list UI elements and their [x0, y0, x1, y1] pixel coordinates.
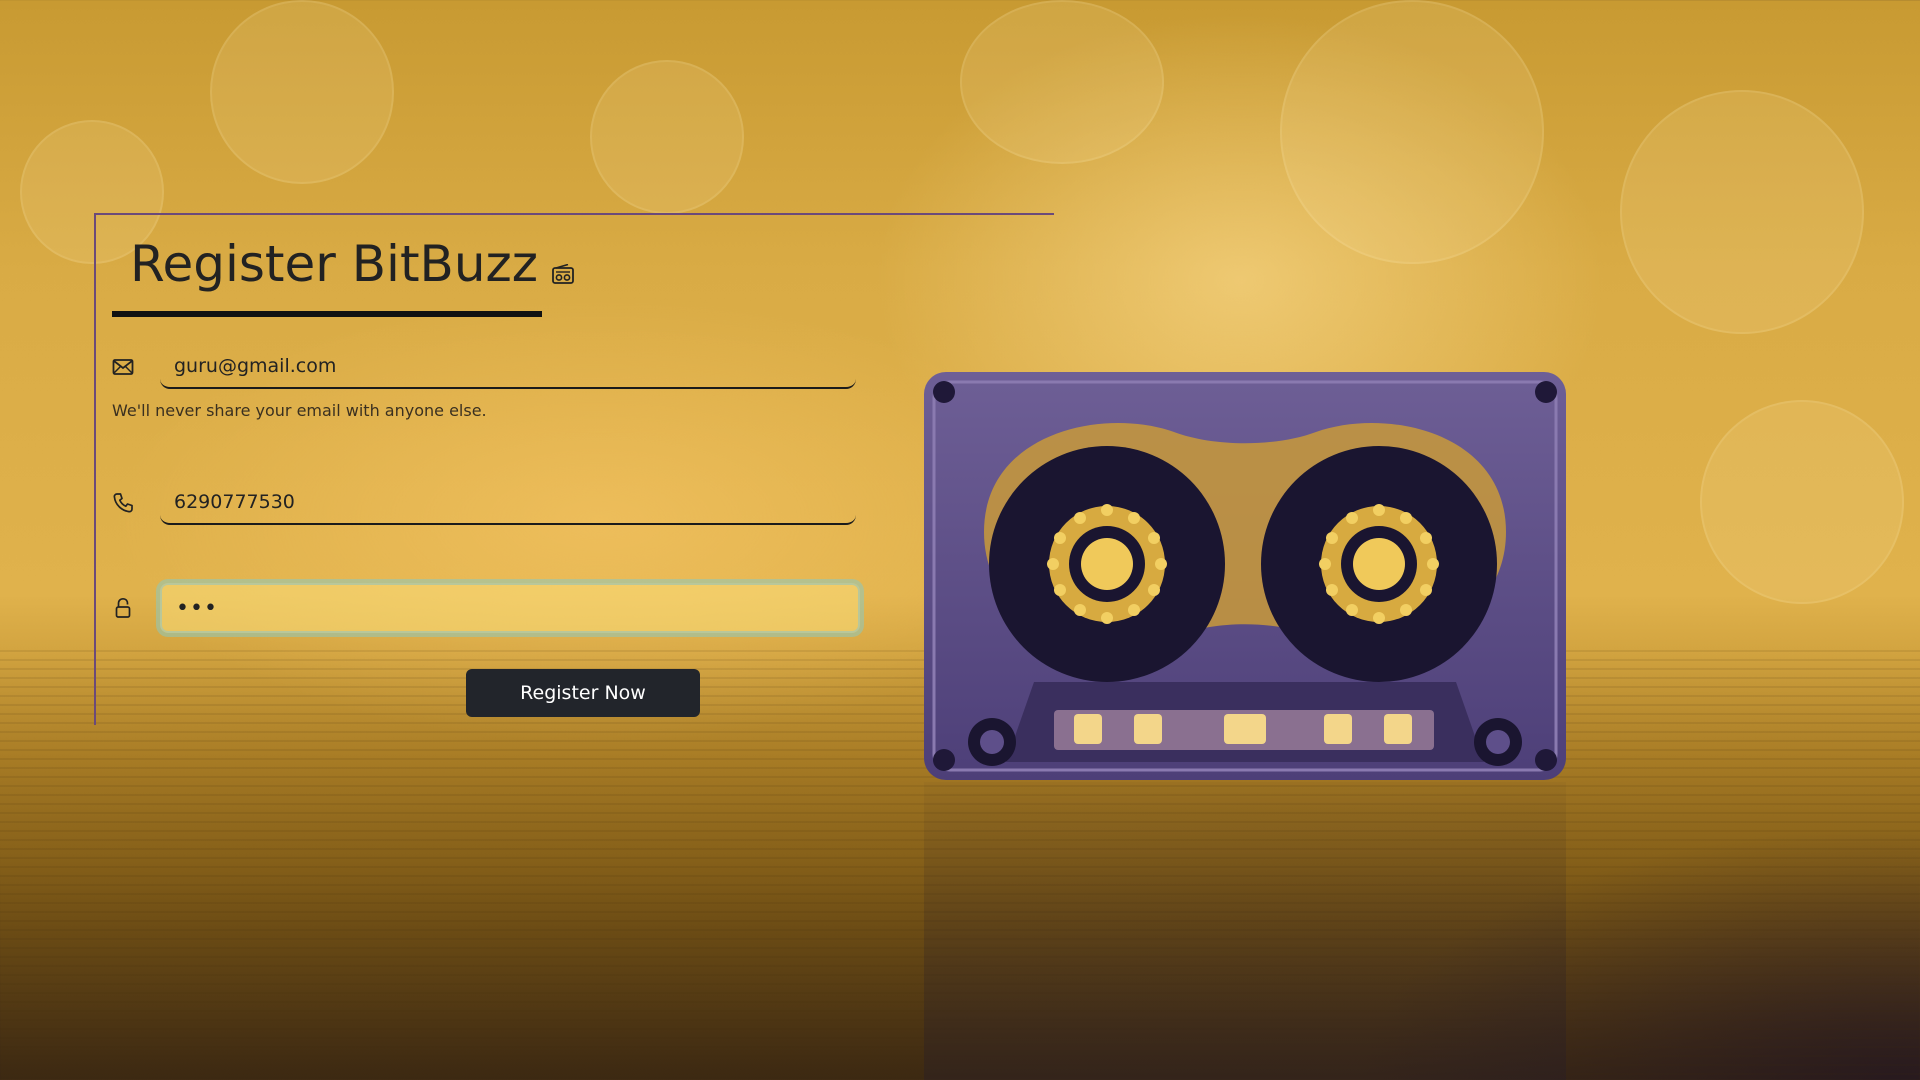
bokeh-decoration — [1700, 400, 1904, 604]
bokeh-decoration — [590, 60, 744, 214]
cassette-illustration — [924, 372, 1566, 780]
phone-icon — [112, 492, 134, 514]
password-input[interactable] — [160, 583, 860, 633]
email-input[interactable] — [160, 345, 856, 389]
bokeh-decoration — [1280, 0, 1544, 264]
lock-icon — [112, 597, 134, 619]
phone-row — [112, 481, 856, 525]
cassette-tape-image — [924, 372, 1566, 780]
password-row — [112, 583, 860, 633]
register-now-button[interactable]: Register Now — [466, 669, 700, 717]
bokeh-decoration — [960, 0, 1164, 164]
phone-input[interactable] — [160, 481, 856, 525]
envelope-icon — [112, 356, 134, 378]
radio-icon — [552, 264, 574, 284]
title-row: Register BitBuzz — [130, 237, 574, 292]
register-form-card: Register BitBuzz We'll never share your … — [94, 213, 1054, 725]
email-help-text: We'll never share your email with anyone… — [112, 401, 487, 420]
email-row — [112, 345, 856, 389]
page-title: Register BitBuzz — [130, 235, 539, 293]
bokeh-decoration — [1620, 90, 1864, 334]
title-underline — [112, 311, 542, 317]
bokeh-decoration — [210, 0, 394, 184]
cassette-reflection — [924, 782, 1566, 1080]
